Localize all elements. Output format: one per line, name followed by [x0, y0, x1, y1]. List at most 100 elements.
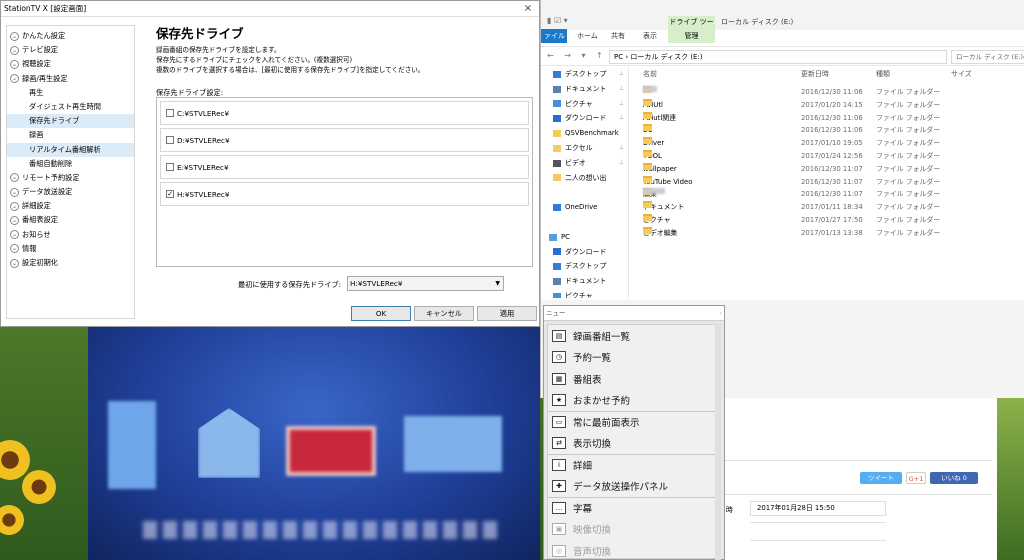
column-name[interactable]: 名前 — [643, 69, 657, 79]
ok-button[interactable]: OK — [351, 306, 411, 321]
menu-item[interactable]: i 詳細 — [548, 454, 718, 476]
drive-checkbox[interactable] — [166, 109, 174, 117]
tree-item[interactable]: ⌄ 詳細設定 — [7, 199, 134, 213]
chevron-icon[interactable]: ⌄ — [10, 31, 19, 41]
quick-access-toolbar-icon[interactable]: ▮ ☑ ▾ — [547, 16, 568, 25]
file-row[interactable]: Aviutl関連 2016/12/30 11:06 ファイル フォルダー — [641, 111, 1021, 125]
menu-item[interactable]: ◷ 予約一覧 — [548, 347, 718, 369]
column-size[interactable]: サイズ — [951, 69, 972, 79]
tv-video-area[interactable] — [88, 326, 540, 560]
address-input[interactable]: PC › ローカル ディスク (E:) — [609, 50, 947, 64]
pin-icon: ⊥ — [618, 84, 624, 92]
file-type: ファイル フォルダー — [876, 190, 941, 199]
tab-view[interactable]: 表示 — [643, 31, 657, 41]
file-row[interactable]: Driver 2017/01/10 19:05 ファイル フォルダー — [641, 137, 1021, 150]
chevron-icon[interactable]: ⌄ — [10, 258, 19, 268]
tree-item[interactable]: ⌄ 番組表設定 — [7, 213, 134, 227]
menu-item[interactable]: … 字幕 — [548, 497, 718, 519]
chevron-icon[interactable]: ⌄ — [10, 187, 19, 197]
nav-item[interactable]: 二人の想い出 — [541, 171, 628, 186]
nav-item[interactable]: ドキュメント ⊥ — [541, 82, 628, 97]
nav-item[interactable]: ダウンロード — [541, 245, 628, 260]
menu-item[interactable]: ✚ データ放送操作パネル — [548, 476, 718, 498]
nav-item[interactable]: OneDrive — [541, 200, 628, 215]
nav-item[interactable]: デスクトップ ⊥ — [541, 67, 628, 82]
menu-item[interactable]: ★ おまかせ予約 — [548, 390, 718, 412]
tree-item[interactable]: ⌄ 設定初期化 — [7, 256, 134, 270]
file-row[interactable]: ビデオ編集 2017/01/13 13:38 ファイル フォルダー — [641, 226, 1021, 240]
tree-item[interactable]: ⌄ 視聴設定 — [7, 57, 134, 71]
chevron-icon[interactable]: ⌄ — [10, 244, 19, 254]
drive-checkbox[interactable] — [166, 163, 174, 171]
menu-item[interactable]: ▦ 番組表 — [548, 368, 718, 390]
nav-item[interactable]: ビデオ ⊥ — [541, 156, 628, 171]
drive-row[interactable]: D:¥STVLERec¥ — [160, 128, 529, 152]
drive-checkbox[interactable]: ✓ — [166, 190, 174, 198]
search-input[interactable]: ローカル ディスク (E:)の検 — [951, 50, 1024, 64]
chevron-icon[interactable]: ⌄ — [10, 173, 19, 183]
tab-file[interactable]: ァイル — [541, 29, 567, 43]
nav-item[interactable]: PC — [541, 230, 628, 245]
tree-item[interactable]: ダイジェスト再生時間 — [7, 100, 134, 114]
cancel-button[interactable]: キャンセル — [414, 306, 474, 321]
tree-item-label: データ放送設定 — [22, 187, 73, 197]
tree-item[interactable]: 保存先ドライブ — [7, 114, 134, 129]
nav-item[interactable]: デスクトップ — [541, 259, 628, 274]
file-row[interactable]: 編集 2016/12/30 11:07 ファイル フォルダー — [641, 188, 1021, 201]
file-row[interactable]: ドキュメント 2017/01/11 18:34 ファイル フォルダー — [641, 201, 1021, 214]
nav-item[interactable]: QSVBenchmark — [541, 126, 628, 141]
drive-row[interactable]: ✓ H:¥STVLERec¥ — [160, 182, 529, 206]
scrollbar[interactable] — [715, 323, 721, 560]
drive-row[interactable]: C:¥STVLERec¥ — [160, 101, 529, 125]
nav-item[interactable] — [541, 215, 628, 230]
close-icon[interactable]: × — [521, 3, 535, 14]
folder-icon — [643, 149, 652, 157]
file-row[interactable]: DL 2016/12/30 11:06 ファイル フォルダー — [641, 124, 1021, 137]
tree-item[interactable]: ⌄ お知らせ — [7, 228, 134, 242]
file-row[interactable]: 2016/12/30 11:06 ファイル フォルダー — [641, 86, 1021, 99]
tab-manage[interactable]: 管理 — [668, 29, 715, 43]
nav-item[interactable]: ピクチャ ⊥ — [541, 97, 628, 112]
drive-row[interactable]: E:¥STVLERec¥ — [160, 155, 529, 179]
apply-button[interactable]: 適用 — [477, 306, 537, 321]
nav-item[interactable] — [541, 185, 628, 200]
tree-item[interactable]: ⌄ かんたん設定 — [7, 29, 134, 43]
chevron-icon[interactable]: ⌄ — [10, 59, 19, 69]
nav-item[interactable]: エクセル ⊥ — [541, 141, 628, 156]
tree-item[interactable]: 録画 — [7, 128, 134, 142]
chevron-icon[interactable]: ⌄ — [10, 201, 19, 211]
column-type[interactable]: 種類 — [876, 69, 890, 79]
tree-item[interactable]: 番組自動削除 — [7, 157, 134, 171]
like-button[interactable]: いいね 0 — [930, 472, 978, 484]
tree-item[interactable]: ⌄ 録画/再生設定 — [7, 72, 134, 86]
nav-item[interactable]: ピクチャ — [541, 289, 628, 298]
menu-item[interactable]: ⇄ 表示切換 — [548, 433, 718, 455]
menu-item[interactable]: ▤ 録画番組一覧 — [548, 325, 718, 347]
tab-home[interactable]: ホーム — [577, 31, 598, 41]
gplus-button[interactable]: G+1 — [906, 472, 926, 484]
file-row[interactable]: YouTube Video 2016/12/30 11:07 ファイル フォルダー — [641, 175, 1021, 189]
nav-arrows-icon[interactable]: ← → ▾ ↑ — [547, 51, 607, 60]
chevron-icon[interactable]: ⌄ — [10, 230, 19, 240]
tree-item[interactable]: 再生 — [7, 86, 134, 100]
menu-item[interactable]: ▭ 常に最前面表示 — [548, 411, 718, 433]
tree-item[interactable]: ⌄ リモート予約設定 — [7, 171, 134, 185]
tree-item[interactable]: ⌄ 情報 — [7, 242, 134, 256]
tree-item[interactable]: ⌄ データ放送設定 — [7, 185, 134, 199]
file-row[interactable]: wallpaper 2016/12/30 11:07 ファイル フォルダー — [641, 162, 1021, 176]
file-row[interactable]: ピクチャ 2017/01/27 17:50 ファイル フォルダー — [641, 213, 1021, 227]
drive-checkbox[interactable] — [166, 136, 174, 144]
tree-item[interactable]: リアルタイム番組解析 — [7, 142, 134, 157]
chevron-icon[interactable]: ⌄ — [10, 74, 19, 84]
tree-item[interactable]: ⌄ テレビ設定 — [7, 43, 134, 57]
chevron-icon[interactable]: ⌄ — [10, 45, 19, 55]
tweet-button[interactable]: ツイート — [860, 472, 902, 484]
file-row[interactable]: AviUtl 2017/01/20 14:15 ファイル フォルダー — [641, 98, 1021, 112]
file-row[interactable]: TOOL 2017/01/24 12:56 ファイル フォルダー — [641, 149, 1021, 163]
tab-share[interactable]: 共有 — [611, 31, 625, 41]
column-modified[interactable]: 更新日時 — [801, 69, 829, 79]
nav-item[interactable]: ドキュメント — [541, 274, 628, 289]
first-drive-select[interactable]: H:¥STVLERec¥ ▼ — [347, 276, 504, 291]
chevron-icon[interactable]: ⌄ — [10, 216, 19, 226]
nav-item[interactable]: ダウンロード ⊥ — [541, 111, 628, 126]
